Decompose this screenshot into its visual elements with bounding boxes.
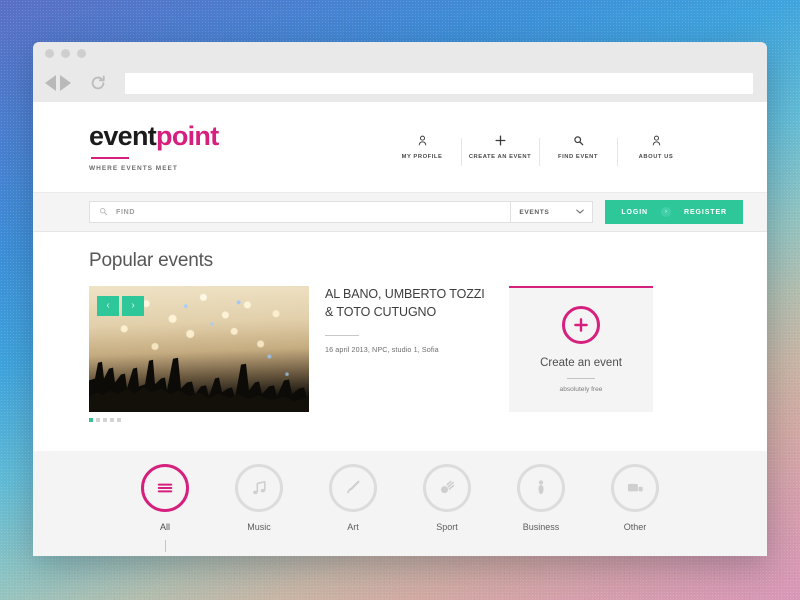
category-label: Business xyxy=(522,522,560,532)
slider-dots xyxy=(89,418,309,422)
ball-icon xyxy=(423,464,471,512)
category-all[interactable]: All xyxy=(137,464,193,552)
search-strip: FIND EVENTS LOGIN › REGISTER xyxy=(33,192,767,232)
slider-dot-3[interactable] xyxy=(103,418,107,422)
desktop-backdrop: eventpoint WHERE EVENTS MEET MY PROFILE xyxy=(0,0,800,600)
search-input[interactable]: FIND xyxy=(89,201,512,223)
plus-icon xyxy=(495,134,506,147)
main-navigation: MY PROFILE CREATE AN EVENT FIND EVENT AB… xyxy=(304,134,737,166)
nav-label: ABOUT US xyxy=(638,154,674,160)
logo-text-dark: event xyxy=(89,120,157,151)
login-button[interactable]: LOGIN xyxy=(621,209,648,216)
logo[interactable]: eventpoint WHERE EVENTS MEET xyxy=(89,120,304,172)
hamburger-icon xyxy=(141,464,189,512)
slider-dot-1[interactable] xyxy=(89,418,93,422)
music-note-icon xyxy=(235,464,283,512)
register-button[interactable]: REGISTER xyxy=(684,209,727,216)
user-icon xyxy=(651,134,662,147)
crowd-silhouette xyxy=(89,339,309,412)
search-icon xyxy=(99,203,108,221)
auth-buttons: LOGIN › REGISTER xyxy=(605,200,743,224)
event-meta: 16 april 2013, NPC, studio 1, Sofia xyxy=(325,344,439,354)
category-business[interactable]: Business xyxy=(513,464,569,532)
category-sport[interactable]: Sport xyxy=(419,464,475,532)
page-title: Popular events xyxy=(89,250,213,271)
paintbrush-icon xyxy=(329,464,377,512)
site-header: eventpoint WHERE EVENTS MEET MY PROFILE xyxy=(33,102,767,192)
search-icon xyxy=(573,134,584,147)
featured-event-row: ‹ › AL BANO, UMBERTO TOZZI & TOTO CUTUGN… xyxy=(89,286,489,422)
chevron-down-icon xyxy=(576,209,585,216)
user-icon xyxy=(417,134,428,147)
create-event-divider xyxy=(567,378,595,379)
webpage-viewport: eventpoint WHERE EVENTS MEET MY PROFILE xyxy=(33,102,767,556)
screens-icon xyxy=(611,464,659,512)
create-event-card[interactable]: Create an event absolutely free xyxy=(509,286,653,412)
category-label: All xyxy=(159,522,170,532)
browser-toolbar xyxy=(33,64,767,102)
slider-dot-5[interactable] xyxy=(117,418,121,422)
create-event-subtitle: absolutely free xyxy=(559,386,603,393)
logo-wordmark: eventpoint xyxy=(89,120,304,151)
browser-titlebar xyxy=(33,42,767,64)
event-divider xyxy=(325,334,359,336)
category-label: Art xyxy=(347,522,359,532)
window-dot-maximize[interactable] xyxy=(77,48,86,58)
search-type-select[interactable]: EVENTS xyxy=(511,201,594,223)
nav-label: FIND EVENT xyxy=(558,154,598,160)
main-content: Popular events ‹ › AL BANO, UMBERTO TOZZ… xyxy=(33,232,767,422)
category-label: Music xyxy=(247,522,271,532)
nav-label: MY PROFILE xyxy=(401,154,443,160)
create-event-title: Create an event xyxy=(540,357,622,369)
nav-item-my-profile[interactable]: MY PROFILE xyxy=(383,134,461,160)
slider-next-button[interactable]: › xyxy=(122,296,144,316)
slider-dot-4[interactable] xyxy=(110,418,114,422)
back-triangle-icon[interactable] xyxy=(45,75,56,91)
browser-nav-arrows xyxy=(45,75,71,91)
logo-underline xyxy=(91,156,129,159)
reload-icon[interactable] xyxy=(89,74,107,92)
person-tie-icon xyxy=(517,464,565,512)
event-slider[interactable]: ‹ › xyxy=(89,286,309,412)
search-type-value: EVENTS xyxy=(519,208,550,216)
category-bar: All Music Art Sport Business Other xyxy=(33,451,767,556)
slider-prev-button[interactable]: ‹ xyxy=(97,296,119,316)
category-other[interactable]: Other xyxy=(607,464,663,532)
slider-column: ‹ › xyxy=(89,286,309,422)
url-bar[interactable] xyxy=(125,72,753,94)
nav-item-find-event[interactable]: FIND EVENT xyxy=(539,134,617,166)
window-dot-close[interactable] xyxy=(45,48,54,58)
browser-window: eventpoint WHERE EVENTS MEET MY PROFILE xyxy=(33,42,767,556)
chevron-right-icon: › xyxy=(661,207,672,217)
nav-label: CREATE AN EVENT xyxy=(468,154,532,160)
event-details: AL BANO, UMBERTO TOZZI & TOTO CUTUGNO 16… xyxy=(325,286,489,422)
category-art[interactable]: Art xyxy=(325,464,381,532)
event-title[interactable]: AL BANO, UMBERTO TOZZI & TOTO CUTUGNO xyxy=(325,286,489,322)
category-label: Other xyxy=(623,522,647,532)
content-columns: ‹ › AL BANO, UMBERTO TOZZI & TOTO CUTUGN… xyxy=(89,286,711,422)
logo-tagline: WHERE EVENTS MEET xyxy=(89,164,178,172)
search-placeholder: FIND xyxy=(116,208,136,216)
forward-triangle-icon[interactable] xyxy=(60,75,71,91)
featured-event-block: ‹ › AL BANO, UMBERTO TOZZI & TOTO CUTUGN… xyxy=(89,286,489,422)
window-dot-minimize[interactable] xyxy=(61,48,70,58)
slider-dot-2[interactable] xyxy=(96,418,100,422)
nav-item-about-us[interactable]: ABOUT US xyxy=(617,134,695,166)
plus-circle-icon xyxy=(562,306,600,344)
category-label: Sport xyxy=(436,522,458,532)
category-music[interactable]: Music xyxy=(231,464,287,532)
nav-item-create-an-event[interactable]: CREATE AN EVENT xyxy=(461,134,539,166)
logo-text-pink: point xyxy=(156,120,219,151)
